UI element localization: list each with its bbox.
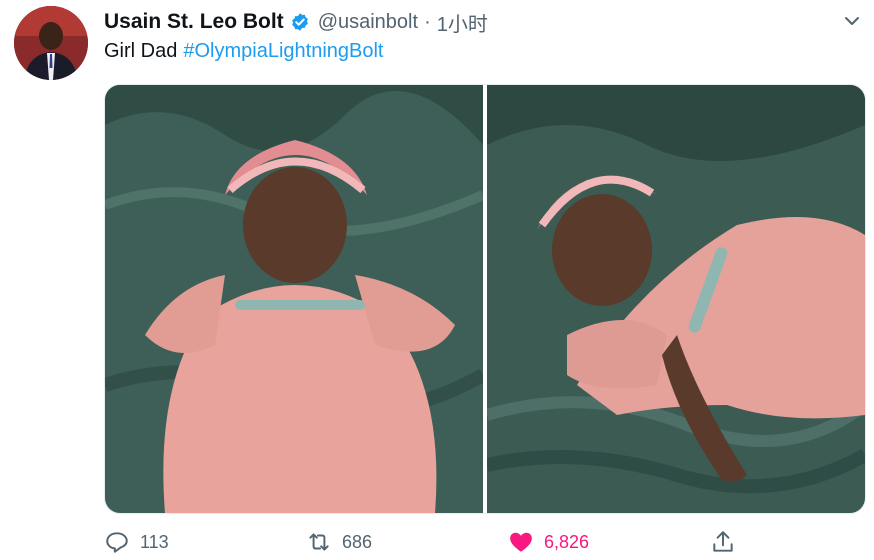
avatar[interactable] — [14, 6, 88, 80]
action-bar: 113 686 6,826 — [104, 526, 864, 558]
retweet-button[interactable]: 686 — [306, 526, 372, 558]
retweet-icon — [309, 533, 329, 551]
media-grid — [104, 84, 866, 514]
avatar-photo — [14, 6, 88, 80]
tweet-text: Girl Dad #OlympiaLightningBolt — [104, 40, 383, 63]
tweet-body-text: Girl Dad — [104, 40, 178, 62]
photo-baby-right[interactable] — [487, 85, 865, 513]
hashtag-link[interactable]: #OlympiaLightningBolt — [183, 40, 383, 62]
chevron-down-icon[interactable] — [842, 11, 862, 31]
separator-dot: · — [424, 10, 431, 33]
photo-baby-left[interactable] — [105, 85, 483, 513]
author-name[interactable]: Usain St. Leo Bolt — [104, 10, 284, 34]
retweet-count: 686 — [342, 531, 373, 552]
reply-icon — [106, 532, 128, 553]
heart-icon — [510, 532, 532, 552]
verified-badge-icon — [290, 12, 310, 32]
like-count: 6,826 — [544, 531, 590, 552]
author-handle[interactable]: @usainbolt — [318, 11, 418, 34]
reply-button[interactable]: 113 — [104, 526, 169, 558]
like-button[interactable]: 6,826 — [508, 526, 589, 558]
share-button[interactable] — [710, 526, 746, 558]
tweet-header: Usain St. Leo Bolt @usainbolt · 1小时 — [104, 8, 488, 36]
reply-count: 113 — [140, 531, 169, 552]
timestamp[interactable]: 1小时 — [437, 8, 488, 37]
share-icon — [713, 531, 733, 552]
